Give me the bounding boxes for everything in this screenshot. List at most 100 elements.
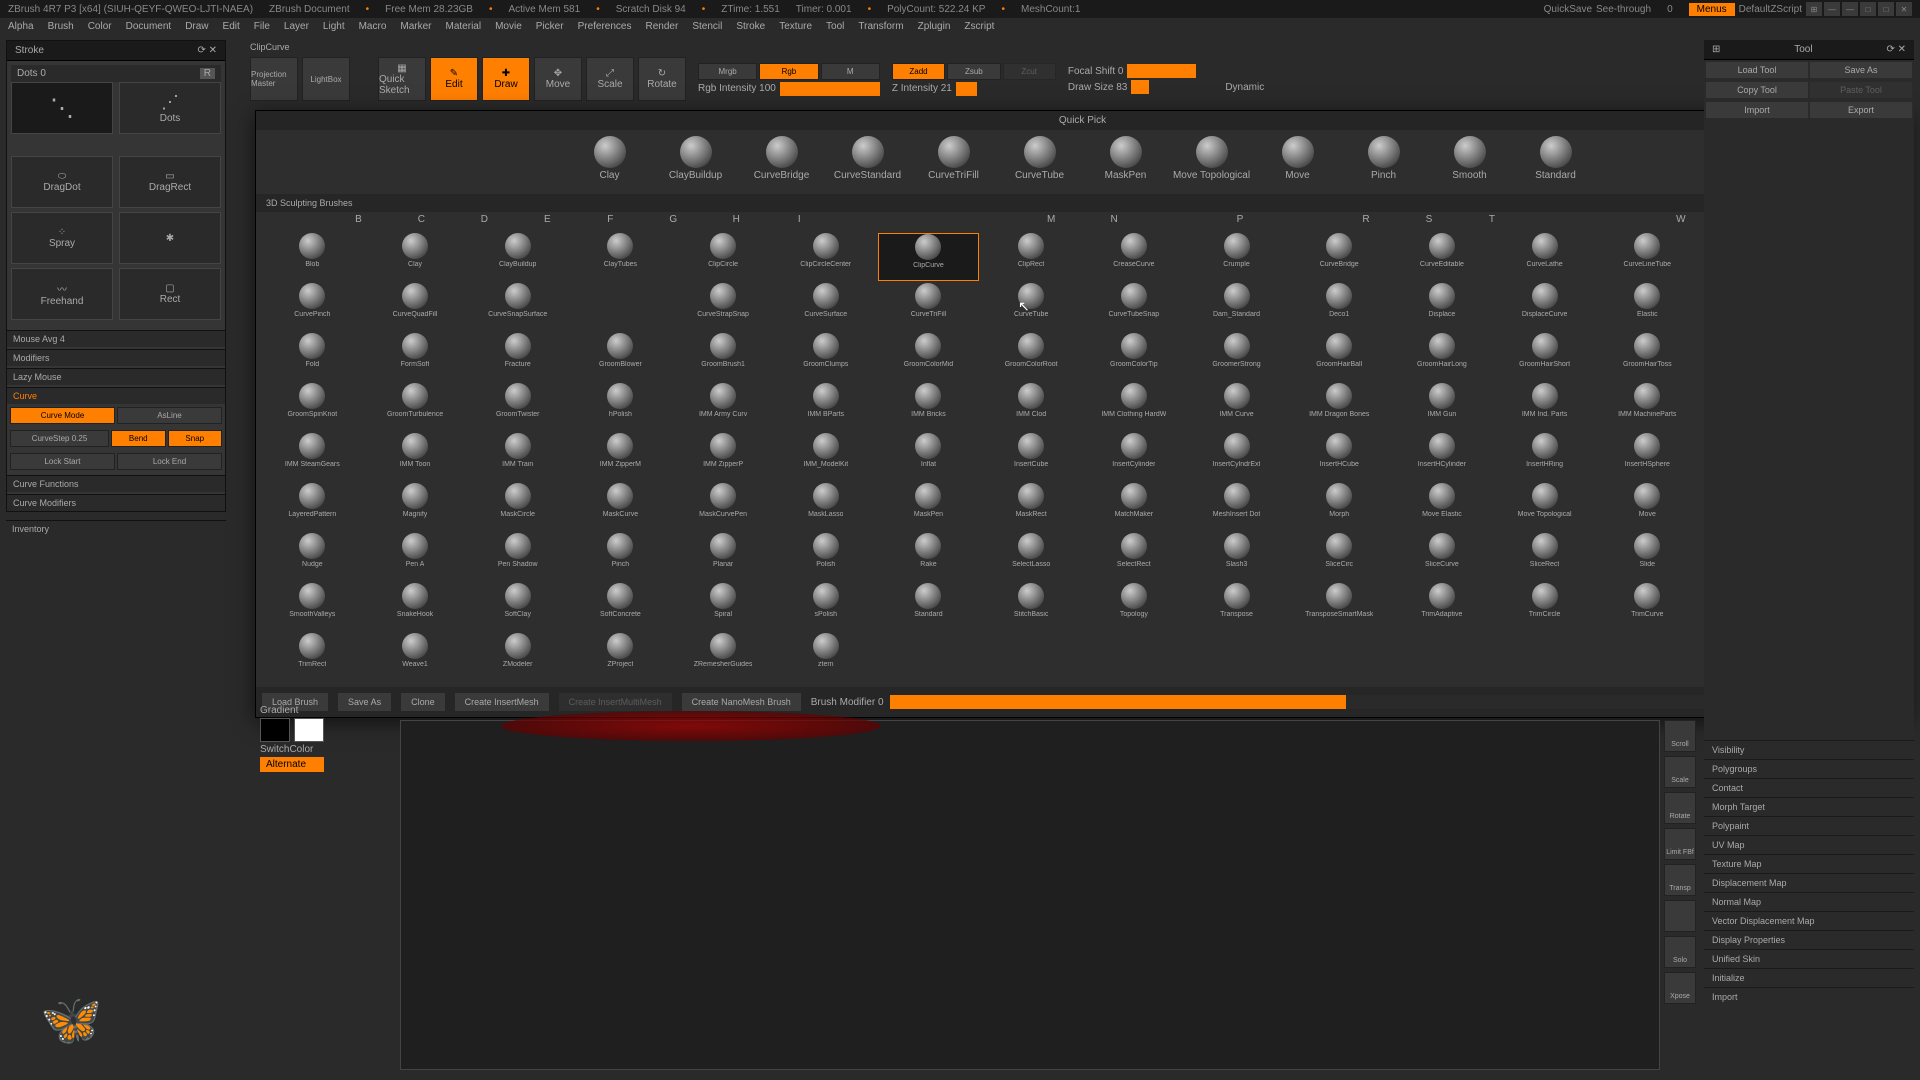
menu-material[interactable]: Material (446, 21, 482, 32)
canvas[interactable] (400, 720, 1660, 1070)
brush-imm-dragon-bones[interactable]: IMM Dragon Bones (1289, 383, 1390, 431)
lock-start[interactable]: Lock Start (10, 453, 115, 470)
brush-hpolish[interactable]: hPolish (570, 383, 671, 431)
alpha-filter-blank[interactable] (264, 214, 327, 225)
brush-curvetrifill[interactable]: CurveTriFill (878, 283, 979, 331)
brush-softclay[interactable]: SoftClay (467, 583, 568, 631)
paste-tool-button[interactable]: Paste Tool (1810, 82, 1912, 98)
brush-groomturbulence[interactable]: GroomTurbulence (365, 383, 466, 431)
brush-groomclumps[interactable]: GroomClumps (775, 333, 876, 381)
switchcolor-button[interactable]: SwitchColor (260, 744, 324, 755)
brush-curvebridge[interactable]: CurveBridge (1289, 233, 1390, 281)
quickpick-smooth[interactable]: Smooth (1431, 136, 1509, 188)
brush-selectlasso[interactable]: SelectLasso (981, 533, 1082, 581)
quickpick-curvebridge[interactable]: CurveBridge (743, 136, 821, 188)
brush-clipcircle[interactable]: ClipCircle (673, 233, 774, 281)
brush-groomtwister[interactable]: GroomTwister (467, 383, 568, 431)
snap-button[interactable]: Snap (168, 430, 223, 447)
quickpick-clay[interactable]: Clay (571, 136, 649, 188)
brush-imm-bparts[interactable]: IMM BParts (775, 383, 876, 431)
brush-trimcurve[interactable]: TrimCurve (1597, 583, 1698, 631)
modifiers-section[interactable]: Modifiers (7, 349, 225, 366)
quickpick-standard[interactable]: Standard (1517, 136, 1595, 188)
brush-blob[interactable]: Blob (262, 233, 363, 281)
rgb-button[interactable]: Rgb (759, 63, 818, 80)
brush-imm-bricks[interactable]: IMM Bricks (878, 383, 979, 431)
swatch-white[interactable] (294, 718, 324, 742)
brush-formsoft[interactable]: FormSoft (365, 333, 466, 381)
draw-button[interactable]: ✚Draw (482, 57, 530, 101)
alpha-filter-W[interactable]: W (1649, 214, 1712, 225)
brush-curvequadfill[interactable]: CurveQuadFill (365, 283, 466, 331)
brush-morph[interactable]: Morph (1289, 483, 1390, 531)
brush-transposesmartmask[interactable]: TransposeSmartMask (1289, 583, 1390, 631)
brush-groomhairlong[interactable]: GroomHairLong (1392, 333, 1493, 381)
stroke-dragrect-preview[interactable]: ⋰Dots (119, 82, 221, 134)
brush-curvelinetube[interactable]: CurveLineTube (1597, 233, 1698, 281)
brush-slide[interactable]: Slide (1597, 533, 1698, 581)
alpha-filter-M[interactable]: M (1020, 214, 1083, 225)
brush-curvepinch[interactable]: CurvePinch (262, 283, 363, 331)
brush-imm-toon[interactable]: IMM Toon (365, 433, 466, 481)
brush-ztern[interactable]: ztern (775, 633, 876, 681)
quickpick-curvetube[interactable]: CurveTube (1001, 136, 1079, 188)
brush-clipcirclecenter[interactable]: ClipCircleCenter (775, 233, 876, 281)
brush-softconcrete[interactable]: SoftConcrete (570, 583, 671, 631)
brush-imm-clod[interactable]: IMM Clod (981, 383, 1082, 431)
zsub-button[interactable]: Zsub (947, 63, 1000, 80)
brush-imm-ind.-parts[interactable]: IMM Ind. Parts (1494, 383, 1595, 431)
brush-move-elastic[interactable]: Move Elastic (1392, 483, 1493, 531)
asline-button[interactable]: AsLine (117, 407, 222, 424)
alpha-filter-blank[interactable] (1272, 214, 1335, 225)
r-button[interactable]: R (200, 68, 215, 79)
brush-insertcube[interactable]: InsertCube (981, 433, 1082, 481)
brush-imm-zipperm[interactable]: IMM ZipperM (570, 433, 671, 481)
brush-slash3[interactable]: Slash3 (1186, 533, 1287, 581)
menu-tool[interactable]: Tool (826, 21, 844, 32)
brush-matchmaker[interactable]: MatchMaker (1084, 483, 1185, 531)
tool-section-unified-skin[interactable]: Unified Skin (1704, 949, 1914, 968)
menu-texture[interactable]: Texture (779, 21, 812, 32)
menu-stencil[interactable]: Stencil (692, 21, 722, 32)
brush-curvestrapsnap[interactable]: CurveStrapSnap (673, 283, 774, 331)
window-controls[interactable]: ⊞——□□✕ (1806, 2, 1912, 16)
tool-section-contact[interactable]: Contact (1704, 778, 1914, 797)
brush-maskcircle[interactable]: MaskCircle (467, 483, 568, 531)
lock-end[interactable]: Lock End (117, 453, 222, 470)
brush-slicecirc[interactable]: SliceCirc (1289, 533, 1390, 581)
brush-groomcolortip[interactable]: GroomColorTip (1084, 333, 1185, 381)
tool-section-texture-map[interactable]: Texture Map (1704, 854, 1914, 873)
stroke-rect[interactable]: ▢Rect (119, 268, 221, 320)
brush-curvelathe[interactable]: CurveLathe (1494, 233, 1595, 281)
zadd-button[interactable]: Zadd (892, 63, 945, 80)
alpha-filter-blank[interactable] (1586, 214, 1649, 225)
menu-draw[interactable]: Draw (185, 21, 208, 32)
stroke-panel-header[interactable]: Stroke⟳ ✕ (7, 41, 225, 61)
load-tool-button[interactable]: Load Tool (1706, 62, 1808, 78)
brush-zremesherguides[interactable]: ZRemesherGuides (673, 633, 774, 681)
brush-polish[interactable]: Polish (775, 533, 876, 581)
brush-meshinsert-dot[interactable]: MeshInsert Dot (1186, 483, 1287, 531)
brush-pen-shadow[interactable]: Pen Shadow (467, 533, 568, 581)
import-button[interactable]: Import (1706, 102, 1808, 118)
menu-marker[interactable]: Marker (400, 21, 431, 32)
brush-fold[interactable]: Fold (262, 333, 363, 381)
stroke-spray[interactable]: ⁘Spray (11, 212, 113, 264)
brush-maskpen[interactable]: MaskPen (878, 483, 979, 531)
tool-section-uv-map[interactable]: UV Map (1704, 835, 1914, 854)
brush-groomerstrong[interactable]: GroomerStrong (1186, 333, 1287, 381)
brush-imm-modelkit[interactable]: IMM_ModelKit (775, 433, 876, 481)
brush-pen-a[interactable]: Pen A (365, 533, 466, 581)
alpha-filter-blank[interactable] (957, 214, 1020, 225)
alpha-filter-P[interactable]: P (1209, 214, 1272, 225)
copy-tool-button[interactable]: Copy Tool (1706, 82, 1808, 98)
brush-imm-zipperp[interactable]: IMM ZipperP (673, 433, 774, 481)
brush-cliprect[interactable]: ClipRect (981, 233, 1082, 281)
alpha-filter-F[interactable]: F (579, 214, 642, 225)
brush-layeredpattern[interactable]: LayeredPattern (262, 483, 363, 531)
brush-rake[interactable]: Rake (878, 533, 979, 581)
brush-pinch[interactable]: Pinch (570, 533, 671, 581)
brush-clay[interactable]: Clay (365, 233, 466, 281)
projection-master-button[interactable]: Projection Master (250, 57, 298, 101)
brush-groomhairball[interactable]: GroomHairBall (1289, 333, 1390, 381)
